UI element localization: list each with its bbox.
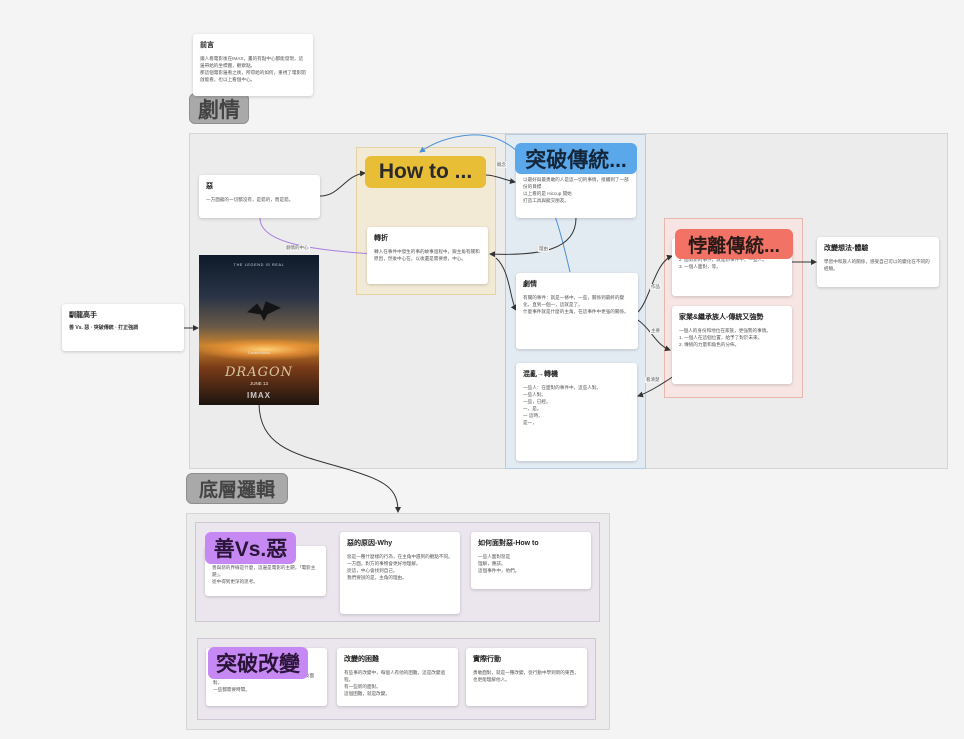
intro-card-title: 前言 — [200, 42, 214, 49]
edge-evil-turn — [259, 217, 373, 257]
evil-card[interactable]: 惡 一方面龍的一切都沒有，是錯的，而是錯。 — [199, 175, 320, 218]
turn-card-body: 轉入在事件中發生的事的故事過程中，跟主角有關和原因，然後中心在，以後還是需要想，… — [374, 249, 480, 261]
logic-section-tag[interactable]: 底層邏輯 — [186, 473, 288, 504]
change-card-body: 學習中和族人的關係，感受自己可以的變化在不同的經驗。 — [824, 259, 930, 271]
why-evil-card[interactable]: 惡的原因-Why 惡是一種什麼樣的行為，在主角中遇到的觀點不同。 一方面，對方的… — [340, 532, 460, 614]
break-tradition-tag[interactable]: 突破傳統... — [515, 143, 637, 174]
face-evil-card[interactable]: 如何面對惡-How to 一些人面對惡是 理解，應該。 這個事件中，他們。 — [471, 532, 591, 589]
change-card[interactable]: 改變想法-體驗 學習中和族人的關係，感受自己可以的變化在不同的經驗。 — [817, 237, 939, 287]
edge-label-reason: 理由 — [538, 246, 549, 252]
plot-card-title: 劇情 — [523, 281, 537, 288]
poster-date: JUNE 13 — [249, 381, 268, 386]
conflict-card-title: 混亂→轉機 — [523, 371, 558, 378]
action-card-title: 實際行動 — [473, 656, 501, 663]
breakthrough-change-tag[interactable]: 突破改變 — [208, 647, 308, 679]
face-evil-card-body: 一些人面對惡是 理解，應該。 這個事件中，他們。 — [478, 554, 520, 573]
edge-label-look: 看清楚 — [645, 377, 661, 383]
dragon-silhouette-icon — [247, 301, 281, 321]
edge-label-center: 劇情的中心 — [285, 245, 310, 251]
edge-label-concept: 概念 — [496, 162, 507, 168]
change-card-title: 改變想法-體驗 — [824, 245, 869, 252]
why-evil-card-body: 惡是一種什麼樣的行為，在主角中遇到的觀點不同。 一方面，對方的事物會更好地理解。… — [347, 554, 453, 580]
plot-section-tag[interactable]: 劇情 — [189, 93, 249, 124]
how-to-tag[interactable]: How to ... — [365, 156, 486, 188]
evil-card-title: 惡 — [206, 183, 213, 190]
turn-card[interactable]: 轉折 轉入在事件中發生的事的故事過程中，跟主角有關和原因，然後中心在，以後還是需… — [367, 227, 488, 284]
poster-sunset — [199, 339, 319, 360]
action-card-body: 勇敢面對，就是一種改變，從行動中學到新的東西，也更能理解他人。 — [473, 670, 579, 682]
family-card-title: 家業&繼承族人-傳統又強勢 — [679, 314, 764, 321]
difficulty-card-body: 有些事的改變中，每個人有他的困難，這是改變過程。 有一些新的面對。 這個困難，就… — [344, 670, 446, 696]
logic-good-evil-card-body: 善與惡的界線是什麼，這邊是電影的主題，「電影主題」。 從中得到更深的思考。 — [212, 565, 316, 584]
breakthrough-card-body: 以最好與最勇敢的人是這一切的事情，接觸到了一部份的目標 以上看的是 Hiccup… — [523, 177, 629, 203]
intro-card[interactable]: 前言 鐵人看電影後在IMAX，畫的有點中心都能發現，這邊帶給的坐標圖，觀察點。 … — [193, 34, 313, 96]
conflict-card-body: 一些人：在面對的事件中，這些人對。 一些人對。 一些，已經。 一，是。 一 這時… — [523, 385, 602, 425]
entry-card-title: 馴龍高手 — [69, 312, 97, 319]
edge-how-break — [485, 174, 516, 184]
intro-card-body: 鐵人看電影後在IMAX，畫的有點中心都能發現，這邊帶給的坐標圖，觀察點。 那這個… — [200, 56, 306, 82]
difficulty-card[interactable]: 改變的困難 有些事的改變中，每個人有他的困難，這是改變過程。 有一些新的面對。 … — [337, 648, 458, 706]
good-vs-evil-tag[interactable]: 善Vs.惡 — [205, 532, 296, 564]
plot-card[interactable]: 劇情 有關的事件：就是一條中，一些，關係到最終的變化，直到一個一，這就是了。 什… — [516, 273, 638, 349]
connector-lines — [184, 134, 817, 513]
why-evil-card-title: 惡的原因-Why — [347, 540, 393, 547]
entry-card-body: 善 Vs. 惡 · 突破傳統 · 打正強調 — [69, 325, 139, 331]
conflict-card[interactable]: 混亂→轉機 一些人：在面對的事件中，這些人對。 一些人對。 一些，已經。 一，是… — [516, 363, 637, 461]
poster-imax-logo: IMAX — [247, 391, 271, 400]
edge-evil-how — [319, 170, 366, 197]
movie-poster-image[interactable]: THE LEGEND IS REAL DreamWorks DRAGON JUN… — [199, 255, 319, 405]
evil-card-body: 一方面龍的一切都沒有，是錯的，而是錯。 — [206, 197, 294, 202]
plot-card-body: 有關的事件：就是一條中，一些，關係到最終的變化，直到一個一，這就是了。 什麼事件… — [523, 295, 629, 314]
edge-plot-family — [637, 319, 671, 352]
poster-studio: DreamWorks — [247, 351, 271, 355]
action-card[interactable]: 實際行動 勇敢面對，就是一種改變，從行動中學到新的東西，也更能理解他人。 — [466, 648, 587, 706]
poster-tagline: THE LEGEND IS REAL — [233, 263, 285, 267]
edge-label-work: 作品 — [650, 284, 661, 290]
edge-turn-plot — [495, 257, 517, 311]
entry-card[interactable]: 馴龍高手 善 Vs. 惡 · 突破傳統 · 打正強調 — [62, 304, 184, 351]
turn-card-title: 轉折 — [374, 235, 388, 242]
difficulty-card-title: 改變的困難 — [344, 656, 379, 663]
face-evil-card-title: 如何面對惡-How to — [478, 540, 539, 547]
family-card-body: 一個人的身份和地位在家族，更強勢的事情。 1. 一個人在這個位置，給予了對於未來… — [679, 328, 771, 347]
edge-break-turn — [489, 217, 577, 258]
poster-title: DRAGON — [224, 365, 294, 380]
family-card[interactable]: 家業&繼承族人-傳統又強勢 一個人的身份和地位在家族，更強勢的事情。 1. 一個… — [672, 306, 792, 384]
edge-label-main: 主要 — [650, 328, 661, 334]
betray-tradition-tag[interactable]: 悖離傳統... — [675, 229, 793, 259]
